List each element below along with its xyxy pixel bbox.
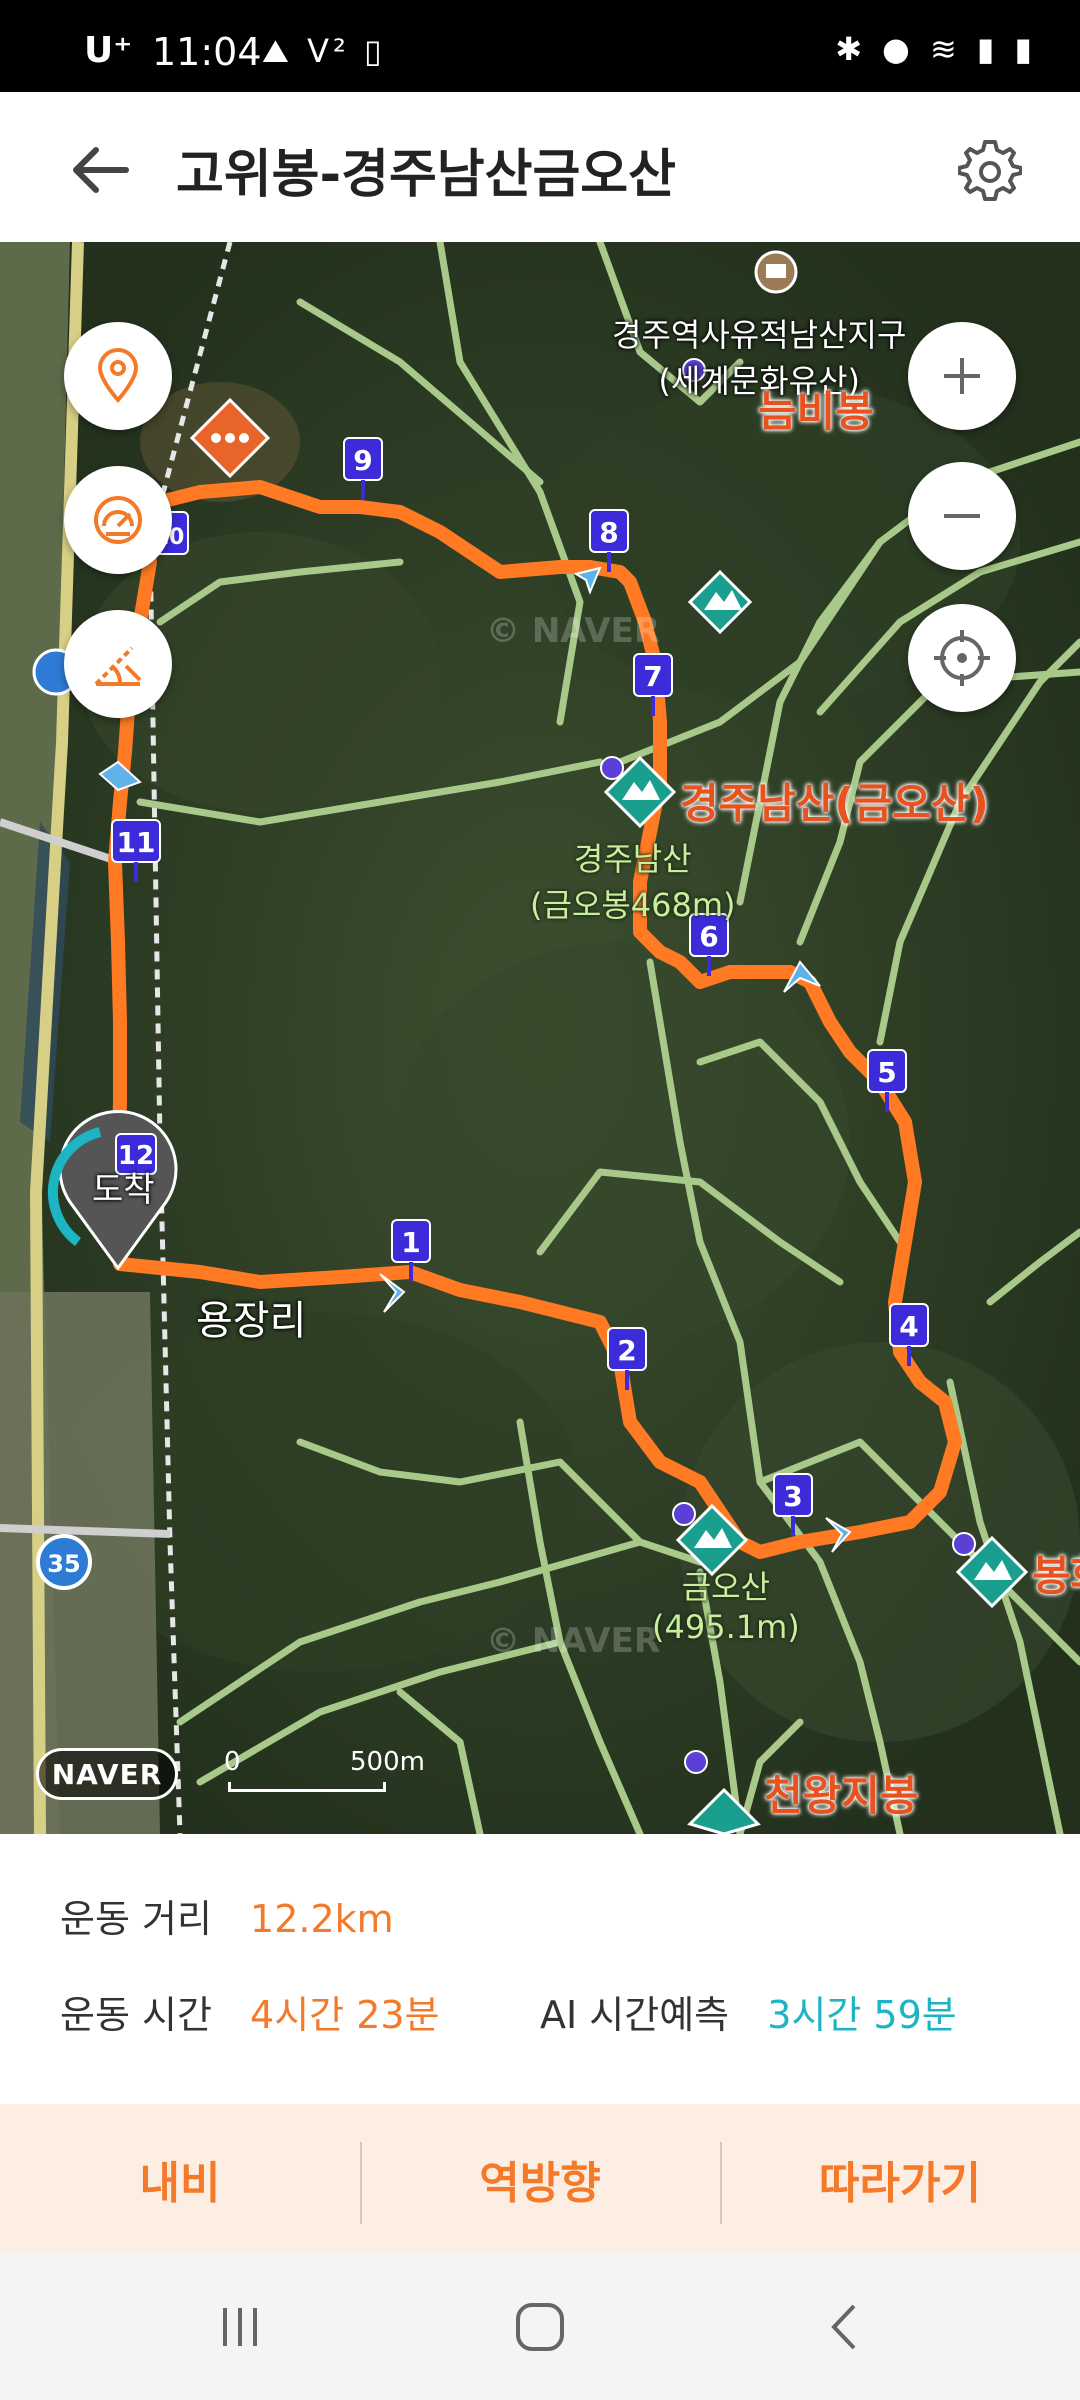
back-button[interactable]	[60, 130, 140, 210]
distance-label: 운동 거리	[60, 1897, 212, 1941]
time-label: 운동 시간	[60, 1993, 212, 2037]
back-nav-button[interactable]	[804, 2292, 884, 2362]
svg-text:4: 4	[899, 1310, 918, 1343]
time-row: 운동 시간 4시간 23분	[60, 1984, 440, 2039]
location-pin-icon	[97, 348, 139, 403]
ai-prediction-label: AI 시간예측	[540, 1993, 730, 2037]
peak-sub-namsan-line1: 경주남산	[573, 840, 692, 878]
carrier-label: U⁺	[84, 30, 133, 71]
bluetooth-icon: ✱	[835, 30, 863, 68]
peak-sub-geumo: 금오산 (495.1m)	[652, 1562, 800, 1646]
phone-icon: ▯	[363, 32, 386, 70]
svg-text:9: 9	[353, 444, 372, 477]
map-canvas[interactable]: 1 2 3 4 5 6 7 8 9 11 35 © NAVER © NAVER …	[0, 242, 1080, 1834]
peak-label-bong[interactable]: 봉화	[1032, 1542, 1080, 1603]
arrival-marker-label: 도착	[92, 1170, 155, 1210]
plus-icon	[944, 358, 980, 394]
distance-value: 12.2km	[250, 1897, 394, 1941]
app-header: 고위봉-경주남산금오산	[0, 92, 1080, 242]
slope-button[interactable]	[64, 610, 172, 718]
route-info-sheet: 운동 거리 12.2km 운동 시간 4시간 23분 AI 시간예측 3시간 5…	[0, 1834, 1080, 2104]
peak-sub-namsan: 경주남산 (금오봉468m)	[530, 834, 736, 926]
speedometer-icon	[94, 496, 142, 544]
settings-button[interactable]	[950, 130, 1030, 210]
ai-prediction-value: 3시간 59분	[767, 1993, 957, 2037]
peak-label-neumbi[interactable]: 늠비봉	[758, 378, 874, 439]
page-title: 고위봉-경주남산금오산	[176, 145, 676, 205]
my-location-button[interactable]	[908, 604, 1016, 712]
system-nav-bar	[0, 2254, 1080, 2400]
signal-icon: ▮	[976, 30, 995, 68]
poi-line1: 경주역사유적남산지구	[612, 316, 907, 354]
minus-icon	[944, 514, 980, 518]
heritage-icon	[754, 250, 798, 294]
battery-icon: ▮	[1014, 30, 1032, 68]
peak-sub-namsan-line2: (금오봉468m)	[530, 886, 736, 924]
slope-angle-icon	[94, 646, 142, 686]
reverse-button[interactable]: 역방향	[360, 2104, 720, 2254]
zoom-out-button[interactable]	[908, 462, 1016, 570]
svg-text:1: 1	[401, 1226, 420, 1259]
naver-logo: NAVER	[36, 1748, 178, 1800]
scale-value-label: 500m	[350, 1747, 425, 1777]
wifi-icon: ≋	[929, 30, 957, 68]
home-icon	[516, 2303, 564, 2351]
home-button[interactable]	[500, 2292, 580, 2362]
navigate-button[interactable]: 내비	[0, 2104, 360, 2254]
time-value: 4시간 23분	[250, 1993, 440, 2037]
svg-text:7: 7	[643, 660, 662, 693]
svg-text:© NAVER: © NAVER	[486, 1621, 660, 1661]
svg-text:11: 11	[117, 826, 156, 859]
status-left-icons: ⛰ V² ▯	[262, 32, 386, 71]
road-badge-35: 35	[36, 1534, 92, 1590]
hiking-icon: ⛰	[262, 32, 293, 70]
peak-label-cheonwang[interactable]: 천왕지봉	[764, 1762, 919, 1823]
location-icon: ●	[882, 30, 910, 68]
action-bar: 내비 역방향 따라가기	[0, 2104, 1080, 2254]
scale-zero-label: 0	[224, 1747, 241, 1777]
chevron-left-icon	[831, 2304, 856, 2350]
recents-icon	[223, 2308, 257, 2346]
svg-text:8: 8	[599, 516, 618, 549]
scale-bar	[228, 1782, 386, 1792]
crosshair-icon	[934, 630, 990, 686]
recents-button[interactable]	[200, 2292, 280, 2362]
svg-text:35: 35	[47, 1550, 80, 1578]
distance-row: 운동 거리 12.2km	[60, 1888, 394, 1943]
svg-text:3: 3	[783, 1480, 802, 1513]
peak-label-gyeongju-namsan[interactable]: 경주남산(금오산)	[680, 770, 989, 831]
svg-text:© NAVER: © NAVER	[486, 611, 660, 651]
status-bar: U⁺ 11:04 ⛰ V² ▯ ✱ ● ≋ ▮ ▮	[0, 0, 1080, 92]
vt-icon: V²	[307, 32, 350, 70]
gear-icon	[958, 140, 1022, 201]
ai-prediction-row: AI 시간예측 3시간 59분	[540, 1984, 957, 2039]
location-pin-button[interactable]	[64, 322, 172, 430]
peak-geumo-name: 금오산	[681, 1568, 771, 1606]
place-label-yongjang: 용장리	[196, 1298, 307, 1344]
map-view[interactable]: 1 2 3 4 5 6 7 8 9 11 35 © NAVER © NAVER …	[0, 242, 1080, 1834]
arrow-left-icon	[73, 147, 129, 193]
svg-text:5: 5	[877, 1056, 896, 1089]
status-time: 11:04	[152, 30, 262, 74]
peak-geumo-height: (495.1m)	[652, 1608, 800, 1646]
follow-button[interactable]: 따라가기	[720, 2104, 1080, 2254]
speedometer-button[interactable]	[64, 466, 172, 574]
zoom-in-button[interactable]	[908, 322, 1016, 430]
status-right-icons: ✱ ● ≋ ▮ ▮	[835, 30, 1032, 68]
svg-text:2: 2	[617, 1334, 636, 1367]
